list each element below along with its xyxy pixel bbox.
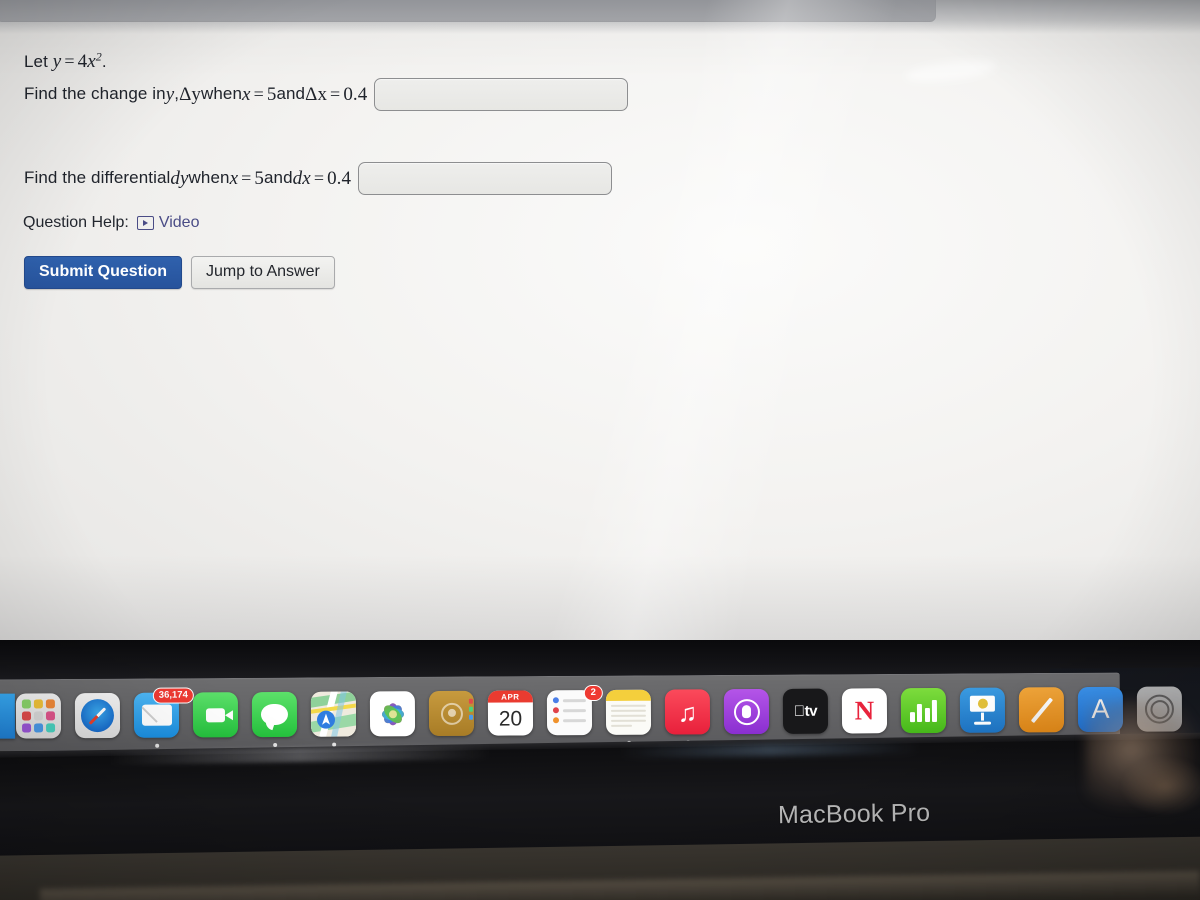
find-differential-text: Find the differential [24, 168, 171, 188]
value-dx: 0.4 [327, 167, 352, 189]
apple-tv-icon: tv [782, 688, 829, 734]
dock-item-keynote[interactable] [953, 687, 1012, 742]
variable-x: x [87, 51, 96, 72]
page-header-panel [0, 0, 936, 22]
period: . [101, 52, 107, 71]
jump-to-answer-button[interactable]: Jump to Answer [191, 256, 335, 289]
dock-item-contacts[interactable] [422, 690, 481, 746]
delta-y: Δy [179, 83, 201, 105]
foreground-blur [1085, 700, 1200, 810]
question-help-row: Question Help: Video [23, 214, 199, 232]
reminders-badge: 2 [583, 684, 603, 701]
photos-flower [381, 702, 404, 725]
video-help-link[interactable]: Video [136, 214, 200, 232]
dock-item-podcasts[interactable] [717, 688, 776, 744]
value-delta-x: 0.4 [343, 83, 368, 105]
screen-glare [904, 56, 998, 86]
safari-icon [74, 692, 121, 739]
laptop-photo: Let y = 4x2. Find the change in y, Δy when… [0, 0, 1200, 900]
play-icon [136, 216, 154, 230]
mail-unread-badge: 36,174 [152, 687, 194, 704]
question-actions: Submit Question Jump to Answer [24, 256, 335, 289]
question-part-b: Find the differential dy when x = 5 and dx… [24, 162, 613, 195]
delta-x: Δx [305, 83, 328, 105]
podcasts-icon [723, 688, 770, 735]
equals-sign: = [330, 84, 341, 105]
coefficient-4: 4 [77, 51, 88, 72]
when-text: when [188, 168, 230, 188]
macbook-pro-wordmark: MacBook Pro [777, 798, 931, 830]
notes-icon [605, 689, 652, 735]
dock-item-mail[interactable]: 36,174 [127, 687, 194, 748]
dock-item-news[interactable]: N [835, 688, 894, 743]
dock-item-numbers[interactable] [894, 687, 953, 743]
music-note-icon: ♫ [664, 689, 711, 735]
laptop-screen: Let y = 4x2. Find the change in y, Δy when… [0, 0, 1200, 645]
when-text: when [200, 84, 243, 104]
dock-item-launchpad[interactable] [9, 693, 68, 748]
differential-dx: dx [292, 167, 311, 189]
equals-sign: = [64, 51, 75, 71]
submit-question-button[interactable]: Submit Question [24, 256, 182, 289]
variable-x: x [242, 83, 251, 105]
value-x: 5 [266, 83, 277, 105]
dock-item-facetime[interactable] [186, 692, 245, 747]
maps-art [310, 691, 357, 737]
answer-input-dy[interactable] [358, 162, 613, 195]
video-link-label: Video [158, 214, 200, 231]
contacts-icon [428, 690, 475, 737]
and-text: and [276, 84, 306, 104]
facetime-icon [192, 692, 239, 738]
let-text: Let [24, 52, 53, 71]
dock-item-tv[interactable]: tv [776, 688, 835, 744]
equals-sign: = [241, 168, 252, 189]
question-help-label: Question Help: [23, 214, 129, 231]
messages-icon [251, 691, 298, 738]
variable-y: y [165, 83, 175, 105]
dock-item-music[interactable]: ♫ [658, 689, 717, 745]
numbers-icon [900, 687, 947, 734]
equals-sign: = [253, 84, 264, 105]
value-x: 5 [254, 167, 264, 189]
question-part-a: Find the change in y, Δy when x = 5 and Δx… [24, 78, 629, 111]
dock-item-safari[interactable] [68, 692, 127, 748]
differential-dy: dy [170, 167, 189, 189]
photos-icon [369, 691, 416, 737]
dock-item-reminders[interactable]: 2 [540, 684, 603, 745]
dock-item-photos[interactable] [363, 691, 422, 746]
dock-item-messages[interactable] [245, 691, 304, 748]
dock-item-finder[interactable] [0, 693, 15, 749]
dock-item-calendar[interactable]: APR 20 [481, 690, 540, 745]
variable-x: x [229, 167, 239, 189]
find-change-text: Find the change in [24, 84, 166, 104]
dock-item-maps[interactable] [304, 691, 363, 747]
pages-icon [1018, 687, 1065, 733]
keynote-icon [959, 687, 1006, 733]
calendar-icon: APR 20 [487, 690, 534, 736]
answer-input-delta-y[interactable] [374, 78, 629, 111]
news-icon: N [841, 688, 888, 734]
dock-item-notes[interactable] [599, 689, 658, 745]
calendar-month: APR [487, 690, 533, 703]
question-statement-line: Let y = 4x2. [24, 48, 107, 76]
maps-icon [310, 691, 357, 737]
equals-sign: = [313, 168, 325, 189]
and-text: and [264, 168, 293, 188]
launchpad-icon [15, 693, 62, 739]
calendar-day: 20 [498, 707, 523, 731]
